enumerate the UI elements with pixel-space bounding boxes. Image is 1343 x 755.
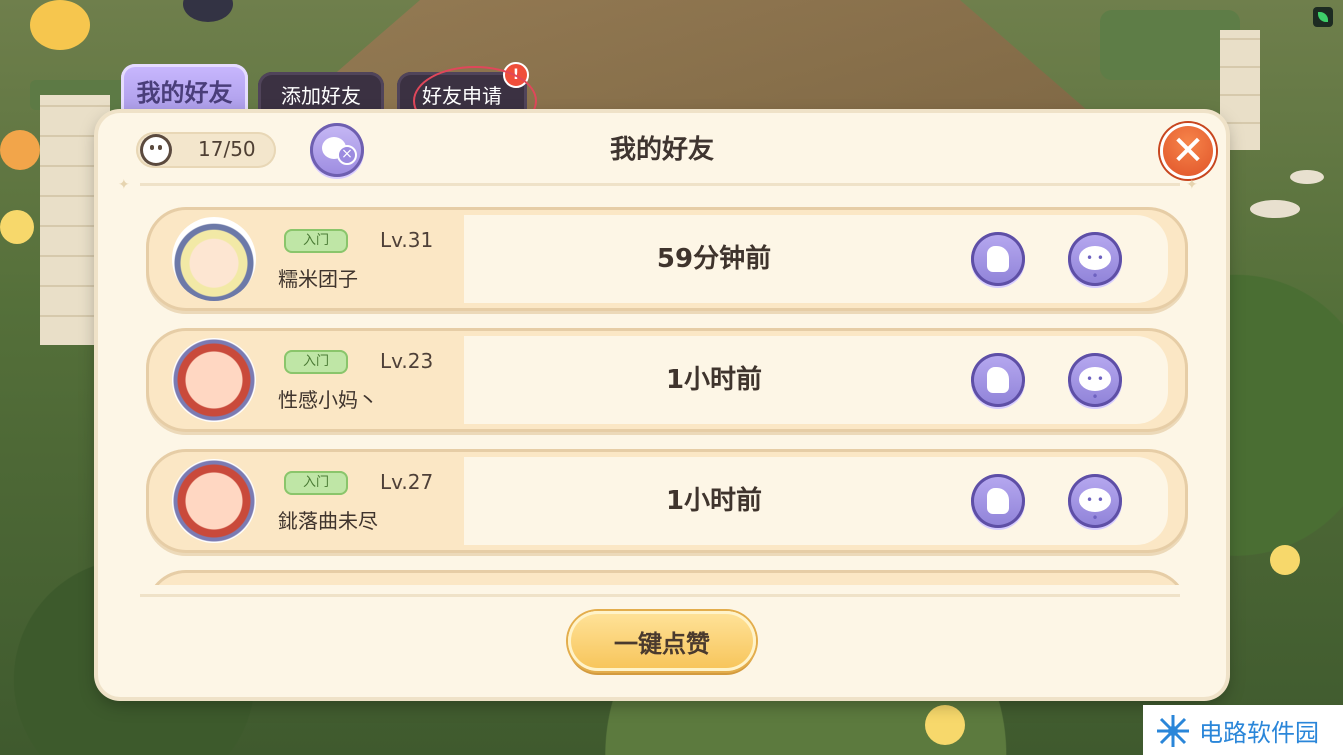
- chat-button[interactable]: [1068, 353, 1122, 407]
- circuit-logo-icon: [1157, 715, 1189, 747]
- level-label: Lv.27: [380, 470, 434, 494]
- leaf-icon[interactable]: [1313, 7, 1333, 27]
- rank-badge: 入门: [284, 229, 348, 253]
- like-button[interactable]: [971, 474, 1025, 528]
- last-online: 1小时前: [665, 365, 763, 395]
- like-all-button[interactable]: 一键点赞: [568, 611, 756, 671]
- close-icon: ✕: [1171, 128, 1205, 174]
- watermark: 电路软件园: [1143, 705, 1343, 755]
- like-button[interactable]: [971, 353, 1025, 407]
- flower-decoration: [1270, 545, 1300, 575]
- last-online: 59分钟前: [656, 244, 772, 274]
- avatar[interactable]: [172, 338, 256, 422]
- divider: [140, 594, 1180, 597]
- watermark-text: 电路软件园: [1199, 719, 1319, 747]
- friend-name: 鉳落曲未尽: [278, 509, 378, 533]
- hedge-right: [1100, 10, 1240, 80]
- panel-title: 我的好友: [609, 135, 714, 165]
- tab-label: 添加好友: [281, 83, 361, 108]
- friend-row[interactable]: 入门 Lv.27 鉳落曲未尽 1小时前: [146, 449, 1188, 553]
- friend-row[interactable]: 入门 Lv.23 性感小妈丶 1小时前: [146, 328, 1188, 432]
- friend-list[interactable]: 入门 Lv.31 糯米团子 59分钟前 入门 Lv.23 性感小妈丶 1小时前 …: [146, 207, 1190, 585]
- level-label: Lv.23: [380, 349, 434, 373]
- flower-decoration: [0, 210, 34, 244]
- avatar[interactable]: [172, 217, 256, 301]
- friend-row-partial[interactable]: [146, 570, 1188, 585]
- flower-decoration: [30, 0, 90, 50]
- chat-button[interactable]: [1068, 474, 1122, 528]
- like-all-label: 一键点赞: [614, 629, 710, 658]
- stepping-stone: [1250, 200, 1300, 218]
- chat-button[interactable]: [1068, 232, 1122, 286]
- tab-label: 我的好友: [136, 78, 233, 107]
- sparkle-icon: ✦: [118, 177, 130, 193]
- brick-wall-right: [1220, 30, 1260, 150]
- last-online: 1小时前: [665, 486, 763, 516]
- flower-decoration: [0, 130, 40, 170]
- tab-my-friends[interactable]: 我的好友: [121, 64, 248, 116]
- divider: [140, 183, 1180, 186]
- tab-add-friends[interactable]: 添加好友: [258, 72, 384, 116]
- friend-name: 糯米团子: [278, 267, 358, 291]
- flower-decoration: [925, 705, 965, 745]
- sparkle-icon: ✦: [1186, 177, 1198, 193]
- friend-row[interactable]: 入门 Lv.31 糯米团子 59分钟前: [146, 207, 1188, 311]
- friend-name: 性感小妈丶: [278, 388, 378, 412]
- like-button[interactable]: [971, 232, 1025, 286]
- rank-badge: 入门: [284, 350, 348, 374]
- close-button[interactable]: ✕: [1160, 123, 1216, 179]
- friends-panel: 17/50 我的好友 ✕ ✦ ✦ 入门 Lv.31 糯米团子 59分钟前 入门 …: [98, 113, 1226, 697]
- avatar[interactable]: [172, 459, 256, 543]
- stepping-stone: [1290, 170, 1324, 184]
- level-label: Lv.31: [380, 228, 434, 252]
- rank-badge: 入门: [284, 471, 348, 495]
